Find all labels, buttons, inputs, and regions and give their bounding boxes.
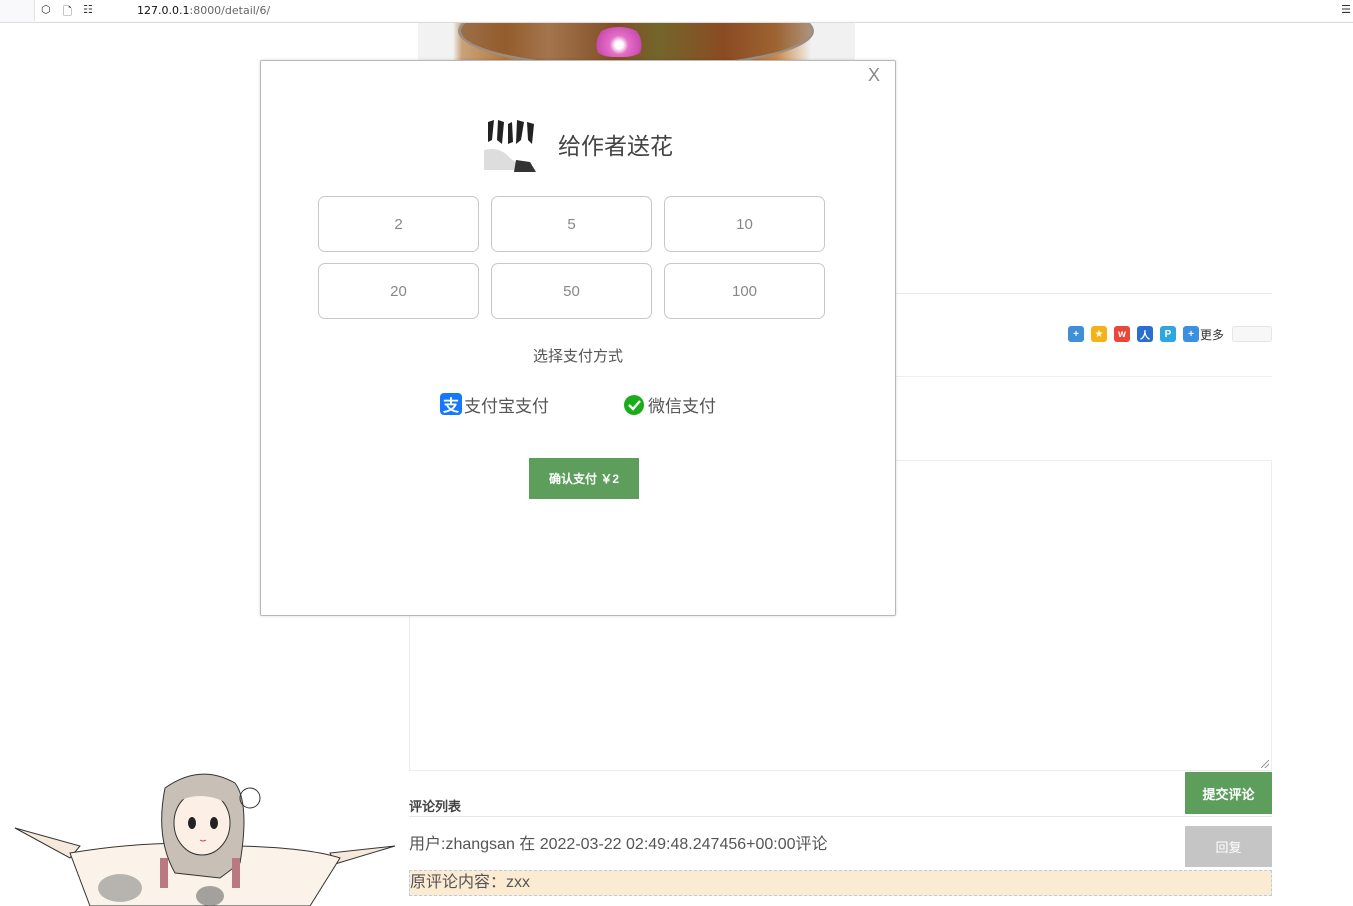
share-count-box [1232, 326, 1273, 342]
favorite-share-icon[interactable]: ★ [1091, 326, 1107, 342]
comment-list-title: 评论列表 [409, 799, 462, 814]
alipay-icon: 支 [440, 393, 462, 415]
original-comment: 原评论内容：zxx [409, 870, 1272, 896]
divider [895, 376, 1272, 377]
share-more-label[interactable]: 更多 [1200, 326, 1224, 343]
amount-option-100[interactable]: 100 [664, 263, 825, 319]
wechat-pay-icon [624, 395, 644, 415]
wechat-pay-label: 微信支付 [648, 396, 716, 416]
shield-icon[interactable]: ⬡ [41, 3, 51, 16]
divider [409, 816, 1272, 817]
amount-option-20[interactable]: 20 [318, 263, 479, 319]
payment-method-label: 选择支付方式 [532, 348, 623, 365]
weibo-share-icon[interactable]: w [1114, 326, 1130, 342]
wechat-pay-option[interactable]: 微信支付 [623, 393, 716, 416]
page-icon: 🗋 [63, 6, 72, 18]
amount-option-2[interactable]: 2 [318, 196, 479, 252]
tencent-share-icon[interactable]: P [1160, 326, 1176, 342]
more-share-icon[interactable]: + [1183, 326, 1199, 342]
mascot-character-image[interactable] [10, 768, 400, 906]
alipay-label: 支付宝支付 [464, 396, 549, 416]
comment-meta: 用户:zhangsan 在 2022-03-22 02:49:48.247456… [409, 836, 828, 853]
alipay-option[interactable]: 支 支付宝支付 [440, 393, 549, 416]
browser-toolbar: ⬡ 🗋 ☷ 127.0.0.1:8000/detail/6/ ☰ [0, 0, 1353, 23]
share-bar: + ★ w 人 P + 更多 [1068, 325, 1273, 343]
reader-view-icon[interactable]: ☰ [1341, 3, 1351, 16]
qzone-share-icon[interactable]: + [1068, 326, 1084, 342]
amount-option-5[interactable]: 5 [491, 196, 652, 252]
modal-title: 给作者送花 [558, 133, 673, 159]
url-field[interactable]: ⬡ 🗋 ☷ 127.0.0.1:8000/detail/6/ [34, 0, 1353, 21]
renren-share-icon[interactable]: 人 [1137, 326, 1153, 342]
close-icon[interactable]: X [866, 66, 882, 84]
submit-comment-button[interactable]: 提交评论 [1185, 772, 1272, 814]
permissions-icon[interactable]: ☷ [83, 3, 93, 16]
article-food-image [418, 23, 855, 63]
author-avatar [480, 110, 542, 172]
reply-button[interactable]: 回复 [1185, 826, 1272, 867]
confirm-payment-button[interactable]: 确认支付 ￥2 [529, 458, 639, 499]
divider [895, 293, 1272, 294]
amount-option-50[interactable]: 50 [491, 263, 652, 319]
amount-option-10[interactable]: 10 [664, 196, 825, 252]
gift-flower-modal: X 给作者送花 2 5 10 20 50 100 选择支付方式 支 支付宝支付 … [260, 60, 896, 616]
url-text[interactable]: 127.0.0.1:8000/detail/6/ [137, 4, 270, 17]
resize-handle[interactable] [1261, 760, 1269, 768]
